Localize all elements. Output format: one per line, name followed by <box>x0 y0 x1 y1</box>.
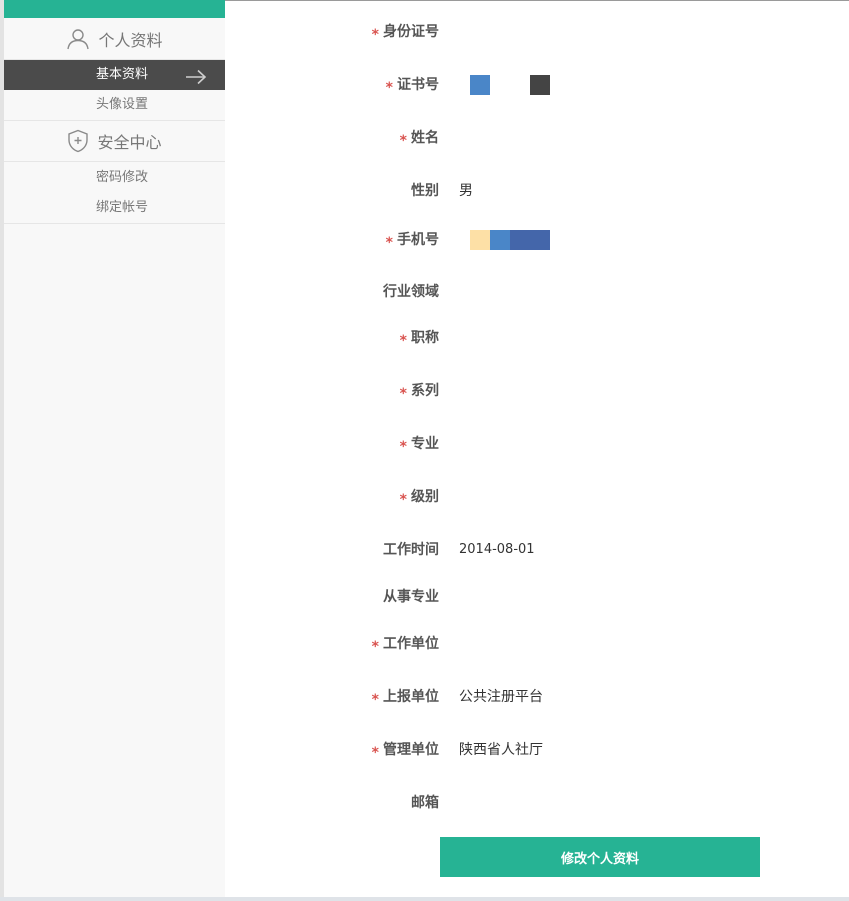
sidebar-item-avatar[interactable]: 头像设置 <box>4 90 225 121</box>
field-gender: 性别 男 <box>225 178 849 204</box>
required-mark: * <box>371 745 379 761</box>
sidebar-item-basic-info[interactable]: 基本资料 <box>4 60 225 90</box>
required-mark: * <box>399 492 407 508</box>
field-label: 职称 <box>411 330 439 346</box>
required-mark: * <box>399 333 407 349</box>
field-level: * 级别 <box>225 484 849 510</box>
section-profile-title: 个人资料 <box>98 30 163 50</box>
field-label: 上报单位 <box>383 689 439 705</box>
required-mark: * <box>371 639 379 655</box>
sidebar-item-label: 绑定帐号 <box>96 200 149 215</box>
field-label: 系列 <box>411 383 439 399</box>
bottom-border <box>0 897 849 901</box>
required-mark: * <box>399 439 407 455</box>
field-title: * 职称 <box>225 325 849 351</box>
field-label: 手机号 <box>397 232 439 248</box>
sidebar-item-label: 基本资料 <box>96 67 149 82</box>
field-label: 管理单位 <box>383 742 439 758</box>
field-work-start-date: 工作时间 2014-08-01 <box>225 537 849 563</box>
sidebar-accent-bar <box>4 0 225 18</box>
user-icon <box>66 27 90 51</box>
field-email: 邮箱 <box>225 790 849 816</box>
field-phone: * 手机号 <box>225 227 849 253</box>
field-label: 工作时间 <box>383 542 439 558</box>
field-label: 证书号 <box>397 77 439 93</box>
field-id-number: * 身份证号 <box>225 19 849 45</box>
field-value: 陕西省人社厅 <box>459 742 543 758</box>
sidebar-item-bind-account[interactable]: 绑定帐号 <box>4 193 225 224</box>
section-security: 安全中心 <box>4 121 225 162</box>
field-label: 工作单位 <box>383 636 439 652</box>
field-label: 邮箱 <box>411 795 439 811</box>
required-mark: * <box>371 27 379 43</box>
sidebar-item-password[interactable]: 密码修改 <box>4 163 225 193</box>
field-series: * 系列 <box>225 378 849 404</box>
section-profile: 个人资料 <box>4 18 225 60</box>
required-mark: * <box>385 80 393 96</box>
field-label: 行业领域 <box>383 284 439 300</box>
edit-profile-button[interactable]: 修改个人资料 <box>440 837 760 877</box>
field-label: 专业 <box>411 436 439 452</box>
redaction-block <box>470 230 490 250</box>
field-name: * 姓名 <box>225 125 849 151</box>
field-industry: 行业领域 <box>225 279 849 305</box>
field-label: 姓名 <box>411 130 439 146</box>
sidebar-item-label: 密码修改 <box>96 170 149 185</box>
shield-icon <box>67 129 89 153</box>
field-label: 性别 <box>411 183 439 199</box>
field-value: 2014-08-01 <box>459 542 535 557</box>
redaction-block <box>490 230 510 250</box>
sidebar: 个人资料 基本资料 头像设置 安全中心 密码修改 绑定帐号 <box>4 0 225 897</box>
required-mark: * <box>399 133 407 149</box>
redaction-block <box>510 230 530 250</box>
sidebar-item-label: 头像设置 <box>96 97 149 112</box>
redaction-block <box>470 75 490 95</box>
field-label: 从事专业 <box>383 589 439 605</box>
field-employer: * 工作单位 <box>225 631 849 657</box>
field-label: 身份证号 <box>383 24 439 40</box>
field-specialty: * 专业 <box>225 431 849 457</box>
redacted-phone-number <box>470 230 550 250</box>
field-engaged-specialty: 从事专业 <box>225 584 849 610</box>
redaction-block <box>490 75 510 95</box>
field-cert-number: * 证书号 <box>225 72 849 98</box>
field-label: 级别 <box>411 489 439 505</box>
redaction-block <box>530 75 550 95</box>
redaction-block <box>530 230 550 250</box>
field-value: 男 <box>459 183 473 199</box>
section-security-title: 安全中心 <box>97 133 162 152</box>
redaction-block <box>510 75 530 95</box>
required-mark: * <box>385 235 393 251</box>
field-reporting-unit: * 上报单位 公共注册平台 <box>225 684 849 710</box>
field-value: 公共注册平台 <box>459 689 543 705</box>
redacted-cert-number <box>470 75 550 95</box>
field-management-unit: * 管理单位 陕西省人社厅 <box>225 737 849 763</box>
required-mark: * <box>399 386 407 402</box>
required-mark: * <box>371 692 379 708</box>
